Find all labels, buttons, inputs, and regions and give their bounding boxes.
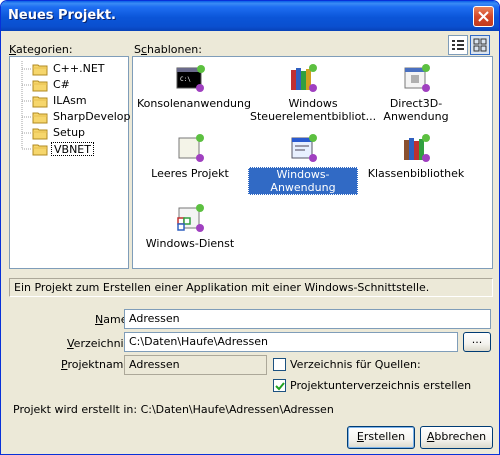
category-item[interactable]: C++.NET — [32, 61, 107, 77]
empty-project-icon — [178, 134, 204, 162]
templates-label: Schablonen: — [134, 43, 202, 56]
category-label: ILAsm — [53, 94, 87, 107]
template-item[interactable]: Windows-Dienst — [135, 202, 245, 250]
browse-button[interactable]: ... — [463, 332, 491, 352]
console-app-icon: C:\ — [176, 65, 205, 92]
large-icons-view-icon — [473, 38, 487, 52]
template-description: Ein Projekt zum Erstellen einer Applikat… — [9, 278, 493, 297]
create-button[interactable]: Erstellen — [347, 426, 415, 449]
tree-lines — [21, 61, 31, 150]
source-directory-label: Verzeichnis für Quellen: — [290, 358, 421, 371]
templates-panel[interactable]: C:\ Konsolenanwendung Windows Steuerelemen… — [132, 56, 493, 269]
subdirectory-label: Projektunterverzeichnis erstellen — [290, 379, 472, 392]
directory-input[interactable]: C:\Daten\Haufe\Adressen — [124, 332, 458, 352]
template-item[interactable]: Leeres Projekt — [135, 132, 245, 180]
template-item[interactable]: Direct3D-Anwendung — [361, 62, 471, 123]
category-item[interactable]: SharpDevelop — [32, 109, 132, 125]
cancel-button[interactable]: Abbrechen — [420, 426, 493, 449]
category-item[interactable]: Setup — [32, 125, 87, 141]
category-label: SharpDevelop — [53, 110, 131, 123]
new-project-dialog: Neues Projekt. Kategorien: Schablonen: C… — [0, 0, 500, 455]
name-label: Name — [95, 313, 128, 326]
template-item[interactable]: Windows Steuerelementbibliot... — [248, 62, 376, 123]
checkmark-icon — [275, 382, 285, 391]
close-button[interactable] — [473, 6, 494, 27]
svg-text:C:\: C:\ — [180, 76, 191, 83]
template-item[interactable]: Windows-Anwendung — [248, 132, 358, 195]
class-library-icon — [404, 134, 430, 162]
template-label: Windows-Dienst — [145, 237, 235, 250]
category-label: C# — [53, 78, 70, 91]
window-title: Neues Projekt. — [8, 8, 116, 23]
folder-icon — [32, 80, 48, 92]
folder-icon — [32, 112, 48, 124]
template-label: Konsolenanwendung — [137, 97, 251, 110]
source-directory-checkbox[interactable] — [273, 358, 286, 371]
template-label: Klassenbibliothek — [367, 167, 465, 180]
categories-label: Kategorien: — [9, 43, 73, 56]
template-label: Direct3D-Anwendung — [383, 97, 449, 123]
template-label: Windows Steuerelementbibliot... — [250, 97, 377, 123]
created-in-text: Projekt wird erstellt in: C:\Daten\Haufe… — [13, 403, 334, 416]
control-library-icon — [291, 64, 317, 92]
folder-icon — [32, 96, 48, 108]
list-view-icon — [452, 40, 464, 50]
direct3d-app-icon — [404, 64, 430, 92]
project-name-field: Adressen — [124, 355, 267, 375]
template-label: Windows-Anwendung — [248, 167, 358, 195]
category-item[interactable]: VBNET — [32, 141, 94, 157]
folder-icon — [32, 64, 48, 76]
category-item[interactable]: C# — [32, 77, 72, 93]
windows-service-icon — [177, 204, 204, 232]
category-label: VBNET — [51, 142, 94, 156]
windows-app-icon — [291, 134, 317, 162]
list-view-button[interactable] — [448, 35, 468, 55]
subdirectory-checkbox[interactable] — [273, 379, 286, 392]
template-item[interactable]: C:\ Konsolenanwendung — [135, 62, 251, 110]
category-item[interactable]: ILAsm — [32, 93, 89, 109]
category-label: C++.NET — [53, 62, 105, 75]
project-name-label: Projektname: — [61, 358, 134, 371]
template-item[interactable]: Klassenbibliothek — [361, 132, 471, 180]
folder-icon — [32, 128, 48, 140]
categories-tree[interactable]: C++.NET C# ILAsm SharpDevelop Setup VBNET — [9, 56, 132, 269]
large-icons-view-button[interactable] — [470, 35, 490, 55]
close-icon — [478, 11, 489, 22]
title-bar[interactable]: Neues Projekt. — [1, 1, 499, 31]
folder-icon — [32, 144, 48, 156]
category-label: Setup — [53, 126, 86, 139]
name-input[interactable]: Adressen — [124, 309, 491, 329]
template-label: Leeres Projekt — [151, 167, 229, 180]
